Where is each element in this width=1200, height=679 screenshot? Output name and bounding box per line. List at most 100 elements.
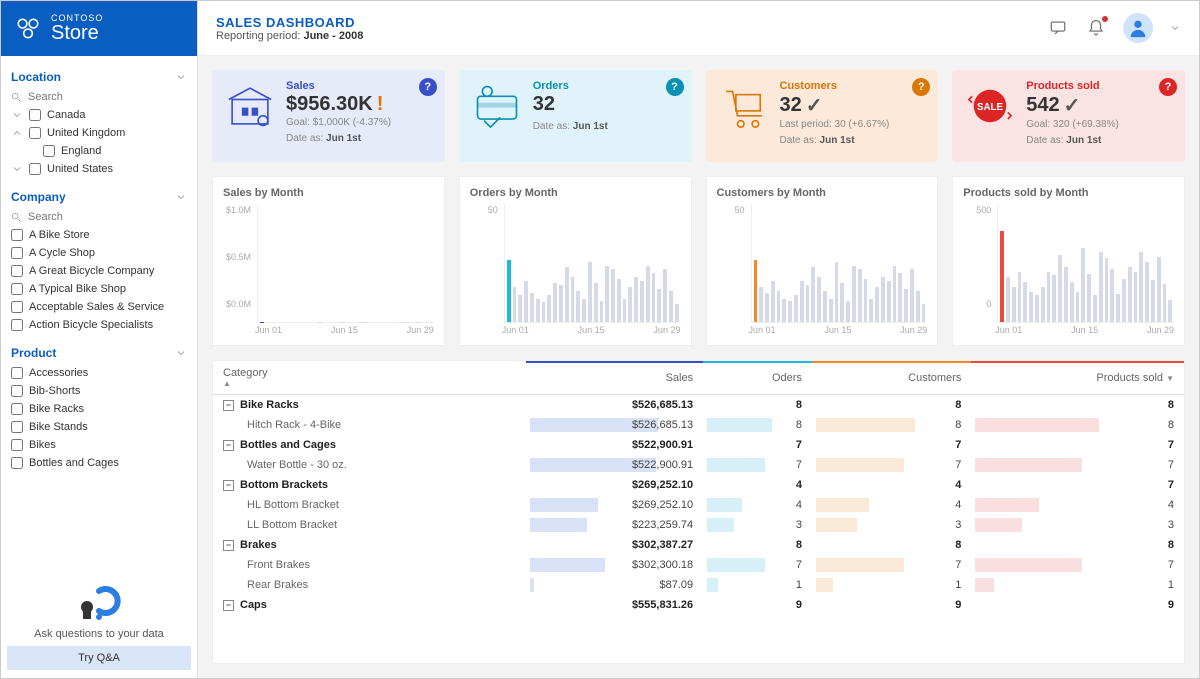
checkbox[interactable] bbox=[29, 163, 41, 175]
facet-company-item[interactable]: A Bike Store bbox=[11, 226, 187, 244]
checkbox[interactable] bbox=[11, 229, 23, 241]
facet-location-item[interactable]: Canada bbox=[11, 106, 187, 124]
checkbox[interactable] bbox=[11, 265, 23, 277]
table-row[interactable]: Rear Brakes$87.09111 bbox=[213, 575, 1184, 595]
chevron-down-icon bbox=[11, 163, 23, 175]
chart-card[interactable]: Customers by Month 50 Jun 01Jun 15Jun 29 bbox=[706, 176, 939, 346]
checkbox[interactable] bbox=[11, 385, 23, 397]
table-row[interactable]: −Bike Racks$526,685.13888 bbox=[213, 395, 1184, 416]
checkbox[interactable] bbox=[11, 301, 23, 313]
facet-product-item[interactable]: Bike Stands bbox=[11, 418, 187, 436]
facet-panel[interactable]: Location Search CanadaUnited KingdomEngl… bbox=[1, 56, 197, 573]
facet-product-item[interactable]: Accessories bbox=[11, 364, 187, 382]
facet-product-item[interactable]: Bikes bbox=[11, 436, 187, 454]
table-row[interactable]: −Bottles and Cages$522,900.91777 bbox=[213, 435, 1184, 455]
table-header[interactable]: Customers bbox=[812, 361, 971, 395]
facet-company-item[interactable]: A Cycle Shop bbox=[11, 244, 187, 262]
facet-product-item[interactable]: Bib-Shorts bbox=[11, 382, 187, 400]
chart-card[interactable]: Products sold by Month 5000 Jun 01Jun 15… bbox=[952, 176, 1185, 346]
checkbox[interactable] bbox=[11, 439, 23, 451]
search-icon bbox=[11, 212, 22, 223]
chart-bar bbox=[910, 269, 914, 322]
chart-card[interactable]: Sales by Month $1.0M$0.5M$0.0M Jun 01Jun… bbox=[212, 176, 445, 346]
bell-icon[interactable] bbox=[1085, 17, 1107, 39]
kpi-card-blue[interactable]: ? Sales $956.30K ! Goal: $1,000K (-4.37%… bbox=[212, 70, 445, 162]
facet-location-header[interactable]: Location bbox=[11, 66, 187, 88]
info-icon[interactable]: ? bbox=[419, 78, 437, 96]
checkbox[interactable] bbox=[11, 319, 23, 331]
facet-company-search[interactable]: Search bbox=[11, 208, 187, 226]
checkbox[interactable] bbox=[11, 421, 23, 433]
facet-product-item[interactable]: Bottles and Cages bbox=[11, 454, 187, 472]
facet-location-search[interactable]: Search bbox=[11, 88, 187, 106]
kpi-icon: SALE bbox=[964, 80, 1016, 132]
expand-icon[interactable]: − bbox=[223, 480, 234, 491]
checkbox[interactable] bbox=[29, 127, 41, 139]
expand-icon[interactable]: − bbox=[223, 440, 234, 451]
table-row[interactable]: −Brakes$302,387.27888 bbox=[213, 535, 1184, 555]
table-header[interactable]: Products sold ▼ bbox=[971, 361, 1184, 395]
chart-bar bbox=[1064, 267, 1068, 322]
table-header[interactable]: Oders bbox=[703, 361, 812, 395]
checkbox[interactable] bbox=[11, 283, 23, 295]
chart-bar bbox=[1168, 300, 1172, 322]
chat-icon[interactable] bbox=[1047, 17, 1069, 39]
facet-company-header[interactable]: Company bbox=[11, 186, 187, 208]
chart-bar bbox=[1110, 269, 1114, 322]
facet-company-item[interactable]: A Great Bicycle Company bbox=[11, 262, 187, 280]
chart-bar bbox=[600, 301, 604, 322]
facet-company-item[interactable]: Acceptable Sales & Service bbox=[11, 298, 187, 316]
facet-location-item[interactable]: United Kingdom bbox=[11, 124, 187, 142]
chart-title: Orders by Month bbox=[470, 187, 681, 199]
qna-button[interactable]: Try Q&A bbox=[7, 646, 191, 670]
checkbox[interactable] bbox=[11, 403, 23, 415]
kpi-card-red[interactable]: ? SALE Products sold 542 ✓ Goal: 320 (+6… bbox=[952, 70, 1185, 162]
chart-bar bbox=[582, 299, 586, 322]
info-icon[interactable]: ? bbox=[912, 78, 930, 96]
table-row[interactable]: Water Bottle - 30 oz.$522,900.91777 bbox=[213, 455, 1184, 475]
chart-bar bbox=[1052, 275, 1056, 322]
info-icon[interactable]: ? bbox=[1159, 78, 1177, 96]
table-row[interactable]: Front Brakes$302,300.18777 bbox=[213, 555, 1184, 575]
chart-bar bbox=[887, 281, 891, 322]
expand-icon[interactable]: − bbox=[223, 400, 234, 411]
facet-location-item[interactable]: England bbox=[11, 142, 187, 160]
table-row[interactable]: Hitch Rack - 4-Bike$526,685.13888 bbox=[213, 415, 1184, 435]
expand-icon[interactable]: − bbox=[223, 540, 234, 551]
facet-company-item[interactable]: Action Bicycle Specialists bbox=[11, 316, 187, 334]
chevron-down-icon[interactable] bbox=[1169, 22, 1181, 34]
chart-title: Customers by Month bbox=[717, 187, 928, 199]
facet-product-header[interactable]: Product bbox=[11, 342, 187, 364]
chart-bar bbox=[835, 262, 839, 322]
table-row[interactable]: LL Bottom Bracket$223,259.74333 bbox=[213, 515, 1184, 535]
chart-bar bbox=[675, 304, 679, 322]
kpi-card-cyan[interactable]: ? Orders 32 Date as: Jun 1st bbox=[459, 70, 692, 162]
expand-icon[interactable]: − bbox=[223, 600, 234, 611]
facet-product-item[interactable]: Bike Racks bbox=[11, 400, 187, 418]
facet-location-item[interactable]: United States bbox=[11, 160, 187, 178]
table-header[interactable]: Category▲ bbox=[213, 361, 526, 395]
checkbox[interactable] bbox=[11, 247, 23, 259]
chart-bar bbox=[916, 291, 920, 322]
brand-logo: CONTOSO Store bbox=[1, 1, 197, 56]
chart-bar bbox=[1006, 277, 1010, 322]
kpi-card-orange[interactable]: ? Customers 32 ✓ Last period: 30 (+6.67%… bbox=[706, 70, 939, 162]
avatar[interactable] bbox=[1123, 13, 1153, 43]
checkbox[interactable] bbox=[11, 367, 23, 379]
checkbox[interactable] bbox=[11, 457, 23, 469]
chart-bar bbox=[858, 269, 862, 322]
info-icon[interactable]: ? bbox=[666, 78, 684, 96]
chart-card[interactable]: Orders by Month 50 Jun 01Jun 15Jun 29 bbox=[459, 176, 692, 346]
chart-bar bbox=[1041, 287, 1045, 322]
facet-company-item[interactable]: A Typical Bike Shop bbox=[11, 280, 187, 298]
table-row[interactable]: HL Bottom Bracket$269,252.10444 bbox=[213, 495, 1184, 515]
kpi-value: 542 ✓ bbox=[1026, 93, 1119, 118]
table-header[interactable]: Sales bbox=[526, 361, 703, 395]
chart-bar bbox=[623, 299, 627, 322]
checkbox[interactable] bbox=[29, 109, 41, 121]
category-table[interactable]: Category▲SalesOdersCustomersProducts sol… bbox=[212, 360, 1185, 664]
table-row[interactable]: −Bottom Brackets$269,252.10447 bbox=[213, 475, 1184, 495]
table-row[interactable]: −Caps$555,831.26999 bbox=[213, 595, 1184, 615]
checkbox[interactable] bbox=[43, 145, 55, 157]
kpi-value: $956.30K ! bbox=[286, 93, 391, 116]
